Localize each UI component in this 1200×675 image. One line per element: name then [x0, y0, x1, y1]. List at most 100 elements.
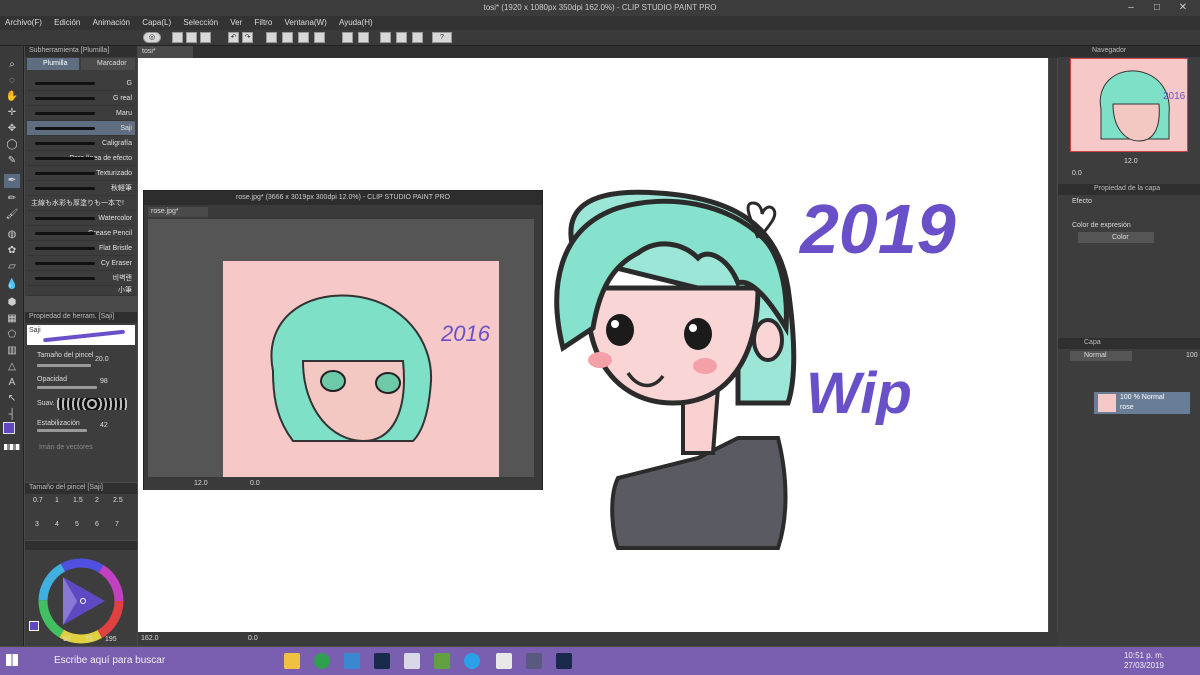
taskbar-clock[interactable]: 10:51 p. m. 27/03/2019: [1120, 651, 1168, 671]
brush-item[interactable]: Grease Pencil: [27, 226, 135, 241]
redo-icon[interactable]: ↷: [242, 32, 253, 43]
zoom-tool-icon[interactable]: ⌕: [4, 58, 20, 72]
new-file-icon[interactable]: [172, 32, 183, 43]
color-r-value[interactable]: 97: [63, 636, 71, 643]
brush-item[interactable]: G real: [27, 91, 135, 106]
snap-ruler-icon[interactable]: [380, 32, 391, 43]
main-color-swatch[interactable]: [3, 422, 15, 434]
subwindow-canvas-area[interactable]: 2016: [148, 219, 534, 477]
tab-marcador[interactable]: Marcador: [81, 58, 135, 70]
fill-icon[interactable]: [358, 32, 369, 43]
size-preset[interactable]: 1: [55, 497, 59, 504]
menu-help[interactable]: Ayuda(H): [334, 16, 378, 29]
brush-item[interactable]: Texturizado: [27, 166, 135, 181]
layer-opacity-value[interactable]: 100: [1186, 352, 1198, 359]
tab-rose[interactable]: rose.jpg*: [148, 207, 208, 217]
menu-file[interactable]: Archivo(F): [0, 16, 47, 29]
size-value[interactable]: 20.0: [95, 356, 109, 363]
brush-item[interactable]: Cy Eraser: [27, 256, 135, 271]
brush-item[interactable]: Caligrafía: [27, 136, 135, 151]
move-tool-icon[interactable]: ✛: [4, 106, 20, 120]
decoration-tool-icon[interactable]: ✿: [4, 244, 20, 258]
fill-tool-icon[interactable]: ⬢: [4, 296, 20, 310]
ruler-tool-icon[interactable]: △: [4, 360, 20, 374]
open-file-icon[interactable]: [186, 32, 197, 43]
size-preset[interactable]: 7: [115, 521, 119, 528]
menu-filter[interactable]: Filtro: [250, 16, 278, 29]
undo-icon[interactable]: ↶: [228, 32, 239, 43]
mail-app-icon[interactable]: [344, 653, 360, 669]
blend-mode-select[interactable]: Normal: [1070, 351, 1132, 361]
balloon-tool-icon[interactable]: ↖: [4, 392, 20, 406]
brush-item[interactable]: Watercolor: [27, 211, 135, 226]
brush-item[interactable]: Flat Bristle: [27, 241, 135, 256]
brush-tool-icon[interactable]: 🖌: [4, 208, 20, 222]
pencil-tool-icon[interactable]: ✏: [4, 192, 20, 206]
blend-tool-icon[interactable]: 💧: [4, 278, 20, 292]
size-preset[interactable]: 5: [75, 521, 79, 528]
clear-icon[interactable]: [342, 32, 353, 43]
chrome-icon[interactable]: [314, 653, 330, 669]
transform-icon[interactable]: [266, 32, 277, 43]
menu-window[interactable]: Ventana(W): [280, 16, 332, 29]
navigator-preview[interactable]: 2016: [1070, 58, 1188, 152]
size-slider[interactable]: [37, 364, 91, 367]
size-preset[interactable]: 4: [55, 521, 59, 528]
help-icon[interactable]: ?: [432, 32, 452, 43]
menu-edit[interactable]: Edición: [49, 16, 85, 29]
color-b-value[interactable]: 195: [105, 636, 117, 643]
skype-icon[interactable]: [464, 653, 480, 669]
vector-magnet-label[interactable]: Imán de vectores: [39, 444, 93, 451]
layer-row[interactable]: 100 % Normal rose: [1094, 392, 1190, 414]
clip-studio-icon[interactable]: ◎: [143, 32, 161, 43]
menu-view[interactable]: Ver: [225, 16, 247, 29]
size-preset[interactable]: 1.5: [73, 497, 83, 504]
text-tool-icon[interactable]: A: [4, 376, 20, 390]
taskbar-search[interactable]: Escribe aquí para buscar: [28, 651, 244, 671]
windows-start-icon[interactable]: [6, 654, 18, 666]
selection-tool-icon[interactable]: ◯: [4, 138, 20, 152]
eyedropper-icon[interactable]: ✎: [4, 154, 20, 168]
size-preset[interactable]: 2.5: [113, 497, 123, 504]
figure-tool-icon[interactable]: ⬠: [4, 328, 20, 342]
subwindow-zoom[interactable]: 12.0: [194, 480, 208, 487]
steam-icon[interactable]: [374, 653, 390, 669]
smoothing-options[interactable]: [57, 398, 127, 410]
frame-tool-icon[interactable]: ▥: [4, 344, 20, 358]
brush-item[interactable]: 主線も水彩も厚塗りも一本で!: [27, 196, 135, 211]
eraser-tool-icon[interactable]: ▱: [4, 260, 20, 274]
stabilization-slider[interactable]: [37, 429, 87, 432]
pen-tool-icon[interactable]: ✒: [4, 174, 20, 188]
tab-plumilla[interactable]: Plumilla: [27, 58, 79, 70]
current-color-swatch[interactable]: [29, 621, 39, 631]
opacity-value[interactable]: 98: [100, 378, 108, 385]
navigator-zoom[interactable]: 12.0: [1124, 158, 1138, 165]
menu-layer[interactable]: Capa(L): [137, 16, 176, 29]
select-all-icon[interactable]: [314, 32, 325, 43]
color-g-value[interactable]: 72: [85, 636, 93, 643]
brush-item[interactable]: 小筆: [27, 286, 135, 296]
crop-icon[interactable]: [298, 32, 309, 43]
subwindow-angle[interactable]: 0.0: [250, 480, 260, 487]
menu-animation[interactable]: Animación: [88, 16, 135, 29]
game-app-icon[interactable]: [434, 653, 450, 669]
canvas-scrollbar[interactable]: [1049, 58, 1057, 632]
snap-special-icon[interactable]: [396, 32, 407, 43]
airbrush-tool-icon[interactable]: ◍: [4, 228, 20, 242]
lasso-tool-icon[interactable]: ◌: [4, 74, 20, 88]
stabilization-value[interactable]: 42: [100, 422, 108, 429]
brush-item[interactable]: 비벽랜: [27, 271, 135, 286]
layer-tab[interactable]: Capa: [1058, 338, 1200, 349]
navigator-angle[interactable]: 0.0: [1072, 170, 1082, 177]
zoom-readout[interactable]: 162.0: [141, 635, 159, 642]
hand-tool-icon[interactable]: ✋: [4, 90, 20, 104]
color-expression-select[interactable]: Color: [1078, 232, 1154, 243]
snap-grid-icon[interactable]: [412, 32, 423, 43]
clip-studio-taskbar-icon[interactable]: [496, 653, 512, 669]
move-layer-icon[interactable]: ✥: [4, 122, 20, 136]
opacity-slider[interactable]: [37, 386, 97, 389]
brush-item-selected[interactable]: Saji: [27, 121, 135, 136]
save-icon[interactable]: [200, 32, 211, 43]
steam-taskbar-icon[interactable]: [556, 653, 572, 669]
brush-item[interactable]: Maru: [27, 106, 135, 121]
